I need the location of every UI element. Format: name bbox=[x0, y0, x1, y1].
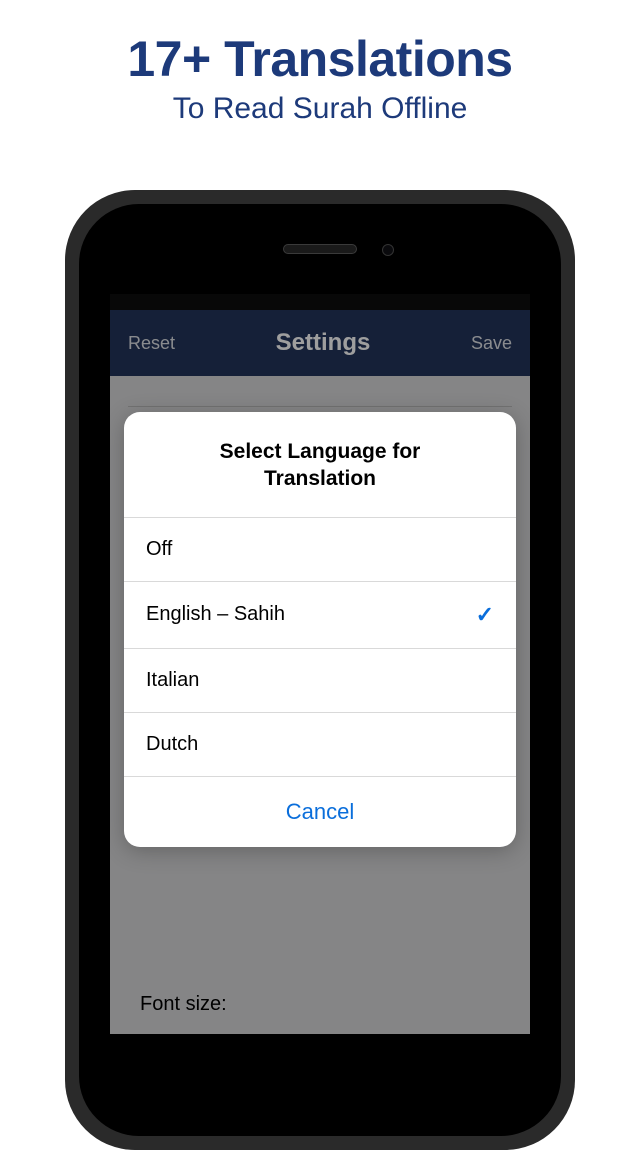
option-label: Off bbox=[146, 538, 172, 561]
language-option-dutch[interactable]: Dutch bbox=[124, 713, 516, 776]
checkmark-icon: ✓ bbox=[476, 602, 494, 628]
option-label: Italian bbox=[146, 669, 199, 692]
hero-banner: 17+ Translations To Read Surah Offline bbox=[0, 0, 640, 126]
option-label: English – Sahih bbox=[146, 603, 285, 626]
phone-screen: Reset Settings Save Font size: Select La… bbox=[110, 294, 530, 1034]
language-option-english-sahih[interactable]: English – Sahih ✓ bbox=[124, 582, 516, 648]
device-inner: Reset Settings Save Font size: Select La… bbox=[79, 204, 561, 1136]
sheet-title: Select Language for Translation bbox=[124, 412, 516, 517]
cancel-button[interactable]: Cancel bbox=[124, 776, 516, 847]
language-option-italian[interactable]: Italian bbox=[124, 649, 516, 712]
language-action-sheet: Select Language for Translation Off Engl… bbox=[124, 412, 516, 847]
hero-subtitle: To Read Surah Offline bbox=[0, 92, 640, 126]
front-camera bbox=[382, 244, 394, 256]
language-option-off[interactable]: Off bbox=[124, 518, 516, 581]
option-label: Dutch bbox=[146, 733, 198, 756]
device-frame: Reset Settings Save Font size: Select La… bbox=[65, 190, 575, 1150]
speaker-grille bbox=[283, 244, 357, 254]
hero-title: 17+ Translations bbox=[0, 30, 640, 88]
